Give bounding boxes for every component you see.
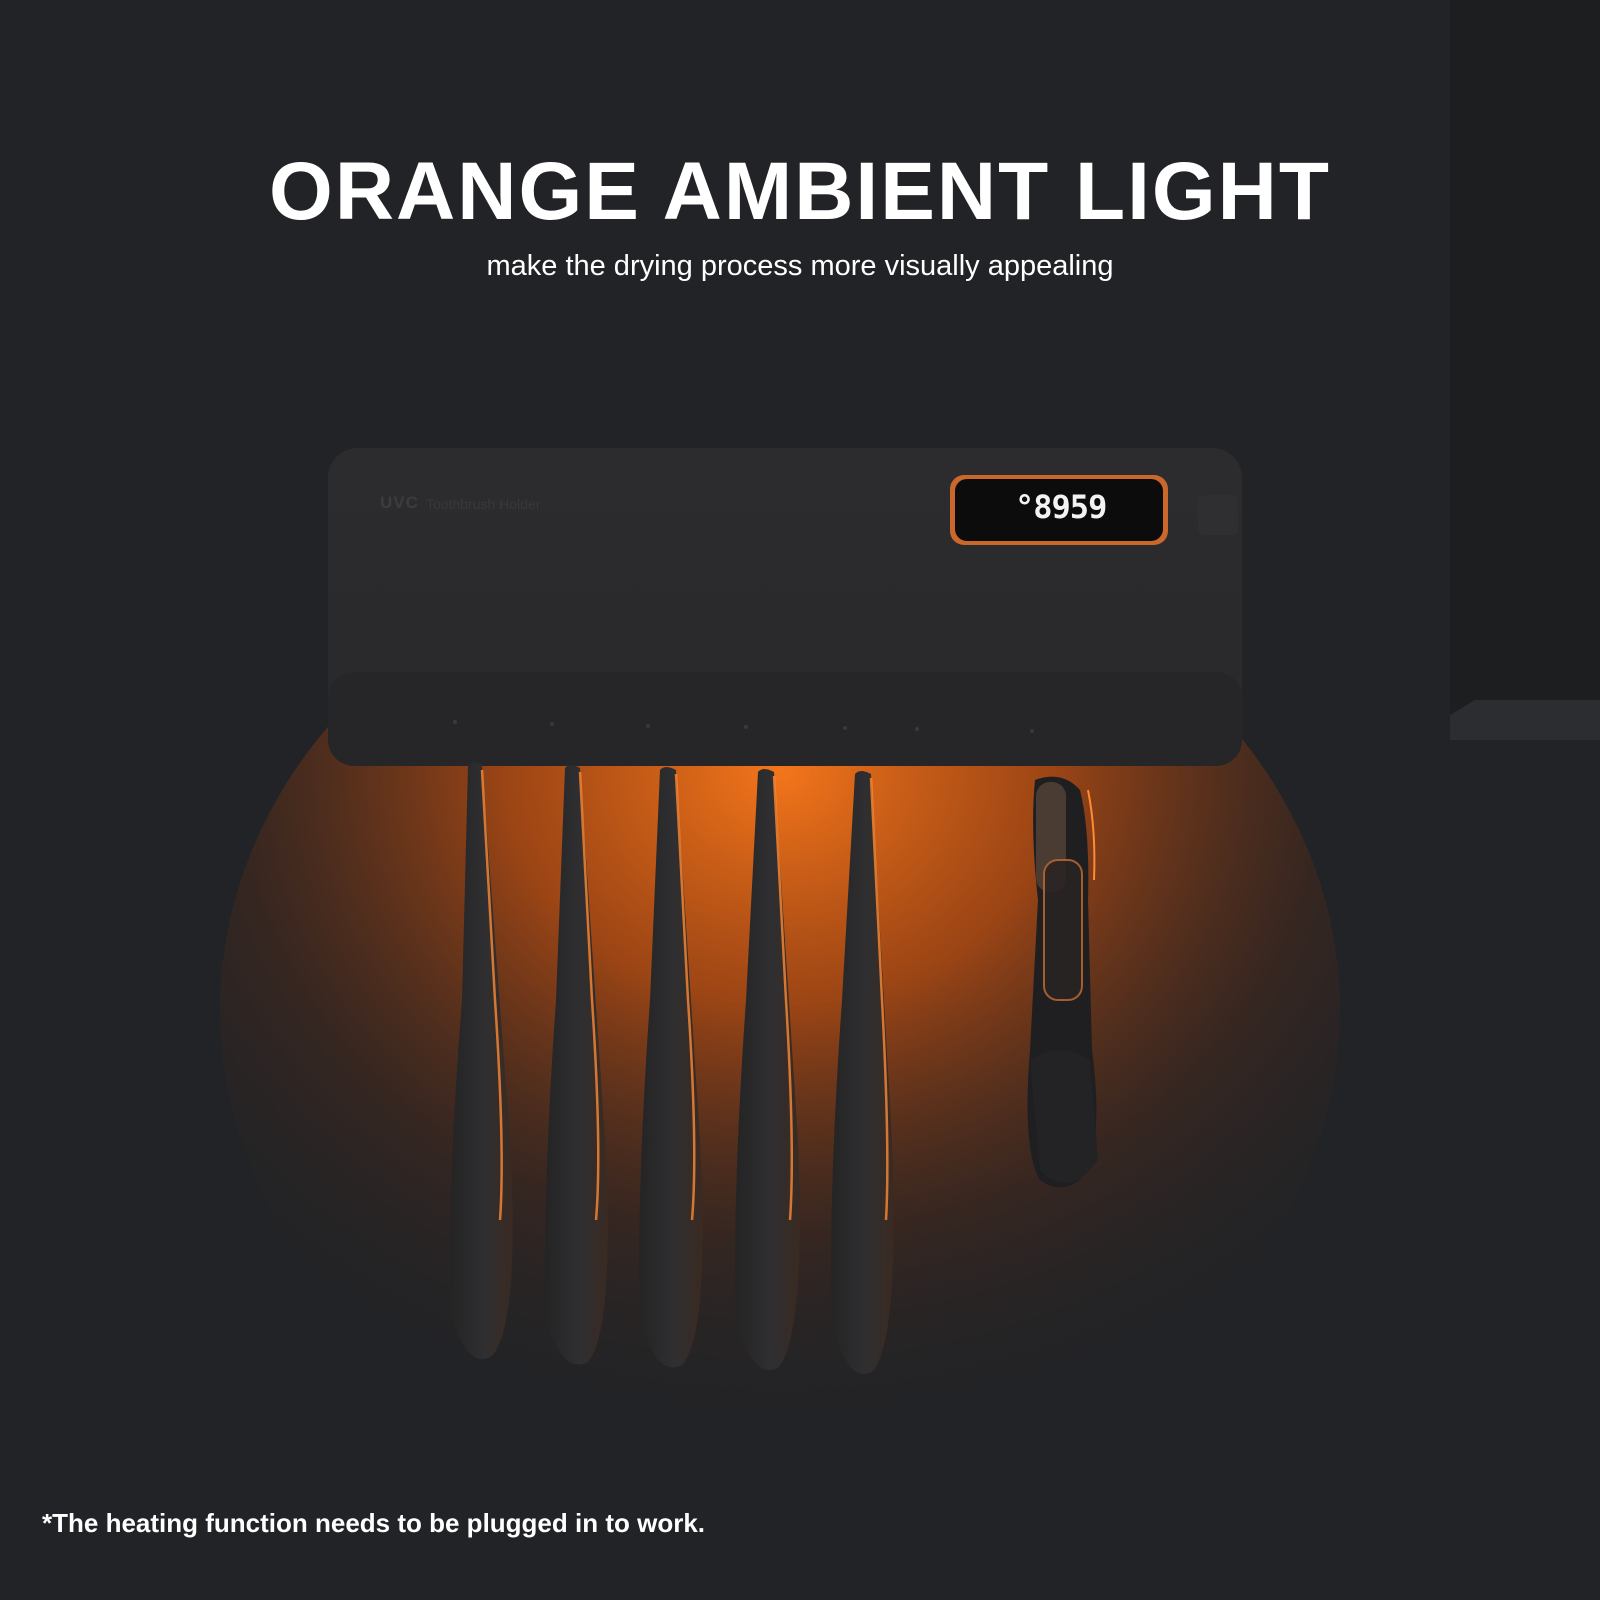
subheadline: make the drying process more visually ap…: [486, 250, 1114, 282]
headline: ORANGE AMBIENT LIGHT: [269, 146, 1331, 237]
holder-bottom-panel: [328, 672, 1242, 766]
wall-panel: [1450, 0, 1600, 740]
side-button: [1198, 495, 1238, 535]
footnote: *The heating function needs to be plugge…: [42, 1508, 705, 1538]
display-reading: °8959: [1015, 488, 1107, 526]
scene-illustration: [0, 0, 1600, 1600]
wall-panel-edge: [1450, 700, 1600, 740]
brand-sublabel: Toothbrush Holder: [426, 496, 541, 512]
product-scene: ORANGE AMBIENT LIGHT make the drying pro…: [0, 0, 1600, 1600]
brand-label: UVC: [380, 493, 419, 512]
